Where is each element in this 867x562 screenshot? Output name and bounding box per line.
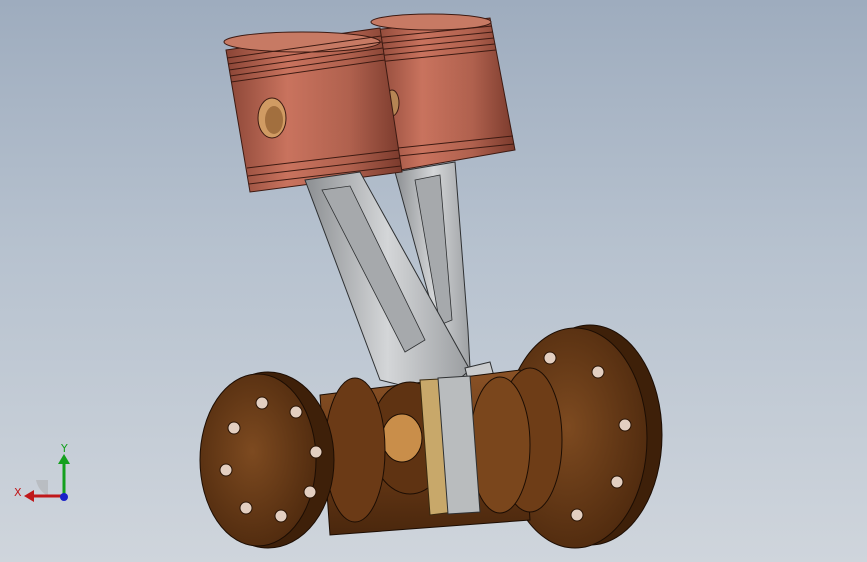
y-axis-label: Y bbox=[60, 442, 68, 455]
x-axis-label: X bbox=[14, 486, 22, 499]
x-axis-arrowhead bbox=[24, 490, 34, 502]
view-orientation-triad[interactable]: Y X bbox=[12, 440, 82, 510]
triad-plane-indicator bbox=[36, 480, 48, 496]
crankshaft-piston-assembly-model[interactable] bbox=[0, 0, 867, 562]
piston-front[interactable] bbox=[223, 27, 403, 193]
y-axis-arrowhead bbox=[58, 454, 70, 464]
graphics-viewport[interactable]: Y X bbox=[0, 0, 867, 562]
z-axis-origin bbox=[60, 493, 68, 501]
